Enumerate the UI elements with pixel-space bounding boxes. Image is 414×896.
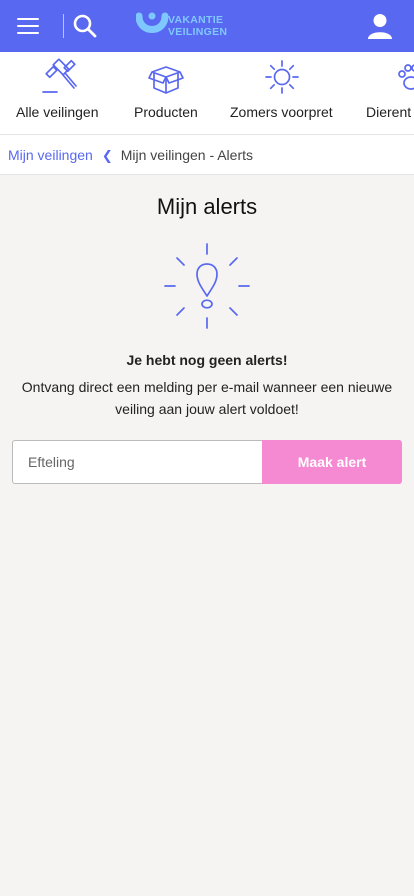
gavel-icon bbox=[42, 58, 77, 93]
empty-state-title: Je hebt nog geen alerts! bbox=[126, 352, 288, 368]
breadcrumb-link-mijn-veilingen[interactable]: Mijn veilingen bbox=[8, 147, 93, 163]
category-item-dierent[interactable]: Dierent bbox=[366, 52, 414, 134]
top-bar: VAKANTIE VEILINGEN bbox=[0, 0, 414, 52]
logo-line-2: VEILINGEN bbox=[168, 26, 228, 38]
sun-icon bbox=[265, 60, 299, 94]
chevron-left-icon: ❮ bbox=[101, 148, 113, 163]
hamburger-menu-icon[interactable] bbox=[14, 14, 42, 38]
search-icon[interactable] bbox=[72, 13, 98, 39]
alert-form: Maak alert bbox=[12, 440, 402, 484]
category-item-producten[interactable]: Producten bbox=[134, 52, 198, 134]
breadcrumb: Mijn veilingen ❮ Mijn veilingen - Alerts bbox=[0, 135, 414, 175]
category-nav: Alle veilingen Producten Zomers voorpret… bbox=[0, 52, 414, 135]
logo-line-1: VAKANTIE bbox=[168, 14, 224, 26]
category-label: Zomers voorpret bbox=[230, 104, 333, 120]
lightbulb-icon bbox=[164, 243, 250, 329]
empty-state-description: Ontvang direct een melding per e-mail wa… bbox=[21, 379, 393, 417]
alert-keyword-input[interactable] bbox=[12, 440, 264, 484]
category-label: Dierent bbox=[366, 104, 412, 120]
page-title: Mijn alerts bbox=[156, 194, 258, 219]
create-alert-button[interactable]: Maak alert bbox=[262, 440, 402, 484]
breadcrumb-current: Mijn veilingen - Alerts bbox=[120, 147, 254, 163]
header-divider bbox=[63, 14, 64, 38]
paw-icon bbox=[398, 64, 414, 90]
box-icon bbox=[148, 66, 184, 94]
category-item-zomers-voorpret[interactable]: Zomers voorpret bbox=[230, 52, 334, 134]
user-icon[interactable] bbox=[366, 12, 394, 40]
category-label: Producten bbox=[134, 104, 198, 120]
category-label: Alle veilingen bbox=[16, 104, 99, 120]
logo-text: VAKANTIE VEILINGEN bbox=[168, 14, 227, 38]
category-item-alle-veilingen[interactable]: Alle veilingen bbox=[16, 52, 102, 134]
